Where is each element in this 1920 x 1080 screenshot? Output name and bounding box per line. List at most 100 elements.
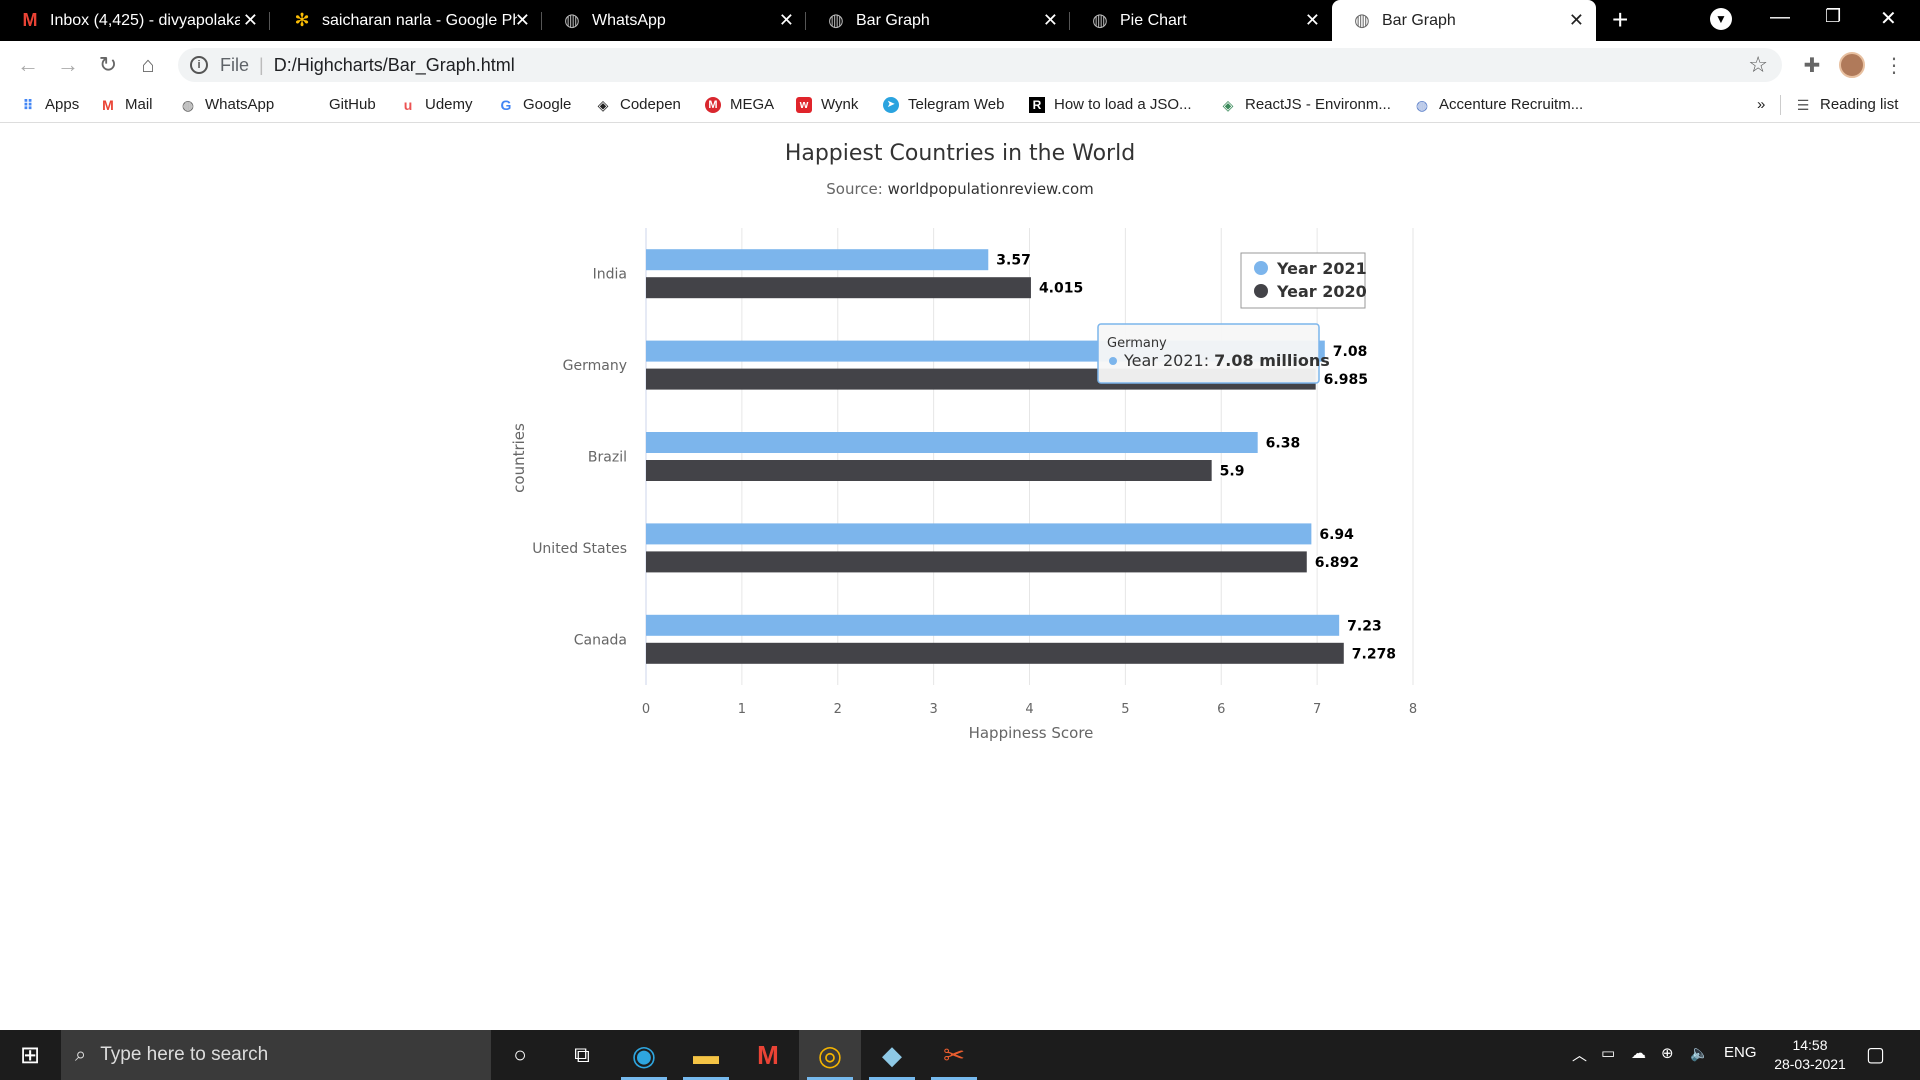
tab-gmail[interactable]: M Inbox (4,425) - divyapolakar ✕ [0, 0, 270, 41]
data-label-year-2021-canada: 7.23 [1347, 618, 1382, 634]
bar-year-2020-united-states[interactable] [646, 551, 1307, 573]
bookmark-telegram[interactable]: ➤ Telegram Web [883, 96, 1004, 113]
reading-list-button[interactable]: ☰ Reading list [1795, 96, 1899, 113]
legend: Year 2021 Year 2020 [1240, 252, 1367, 309]
volume-icon[interactable]: 🔈 [1690, 1044, 1709, 1062]
show-hidden-icons-icon[interactable]: ︿ [1572, 1044, 1587, 1065]
close-icon[interactable]: ✕ [243, 11, 258, 29]
taskbar-search[interactable]: ⌕ Type here to search [61, 1030, 491, 1080]
tab-bar-graph-active[interactable]: ◍ Bar Graph ✕ [1332, 0, 1596, 41]
clock-time: 14:58 [1792, 1037, 1828, 1053]
globe-icon: ◍ [1092, 10, 1108, 30]
profile-avatar[interactable] [1839, 52, 1865, 78]
bookmarks-bar: ⠿ Apps M Mail ◍ WhatsApp ● GitHub u Udemy G Go… [0, 88, 1920, 123]
reading-list-icon: ☰ [1796, 96, 1810, 113]
network-globe-icon[interactable]: ⊕ [1661, 1044, 1674, 1062]
tab-title: Bar Graph [1382, 11, 1456, 29]
tab-bar-graph[interactable]: ◍ Bar Graph ✕ [806, 0, 1070, 41]
tab-pie-chart[interactable]: ◍ Pie Chart ✕ [1070, 0, 1332, 41]
notes-app-icon[interactable]: ◆ [861, 1030, 923, 1080]
notifications-icon[interactable]: ▢ [1866, 1042, 1885, 1067]
bookmark-reactjs[interactable]: ◈ ReactJS - Environm... [1220, 96, 1391, 113]
bookmark-accenture[interactable]: ◍ Accenture Recruitm... [1414, 96, 1583, 113]
forward-arrow-icon[interactable]: → [54, 51, 82, 79]
task-view-icon[interactable]: ⧉ [551, 1030, 613, 1080]
chrome-icon[interactable]: ◎ [799, 1030, 861, 1080]
data-label-year-2020-brazil: 5.9 [1220, 464, 1245, 480]
new-tab-button[interactable]: + [1612, 6, 1628, 34]
bookmark-label: Telegram Web [908, 96, 1005, 113]
extensions-puzzle-icon[interactable]: ✚ [1798, 51, 1826, 79]
edge-icon[interactable]: ◉ [613, 1030, 675, 1080]
bar-year-2021-india[interactable] [646, 249, 989, 271]
menu-kebab-icon[interactable]: ⋮ [1880, 51, 1908, 79]
page-content: Happiest Countries in the World Source: … [0, 124, 1920, 1030]
clock[interactable]: 14:58 28-03-2021 [1770, 1036, 1850, 1074]
bar-year-2021-canada[interactable] [646, 614, 1340, 636]
close-window-icon[interactable]: ✕ [1880, 6, 1897, 31]
data-label-year-2020-united-states: 6.892 [1315, 555, 1359, 571]
x-axis-ticks: 0 1 2 3 4 5 6 7 8 [642, 702, 1417, 717]
bookmark-label: Apps [45, 96, 80, 113]
back-arrow-icon[interactable]: ← [14, 51, 42, 79]
bookmark-codepen[interactable]: ◈ Codepen [595, 96, 681, 113]
bar-year-2020-canada[interactable] [646, 642, 1344, 664]
x-tick-label: 1 [738, 702, 746, 717]
close-icon[interactable]: ✕ [779, 11, 794, 29]
mega-icon: M [705, 96, 721, 113]
data-label-year-2021-brazil: 6.38 [1266, 436, 1301, 452]
url-text[interactable]: D:/Highcharts/Bar_Graph.html [274, 55, 515, 76]
react-diamond-icon: ◈ [1222, 96, 1234, 113]
r-icon: R [1029, 96, 1045, 113]
subtitle-prefix: Source: [826, 180, 887, 198]
snip-tool-icon[interactable]: ✂ [923, 1030, 985, 1080]
home-icon[interactable]: ⌂ [134, 51, 162, 79]
tab-google-photos[interactable]: ✻ saicharan narla - Google Ph ✕ [272, 0, 542, 41]
bookmark-udemy[interactable]: u Udemy [400, 96, 473, 113]
tab-search-icon[interactable]: ▼ [1710, 8, 1732, 30]
bar-year-2020-brazil[interactable] [646, 460, 1212, 481]
gmail-taskbar-icon[interactable]: M [737, 1030, 799, 1080]
data-label-year-2020-india: 4.015 [1039, 281, 1083, 297]
gmail-icon: M [22, 10, 38, 30]
bookmark-github[interactable]: ● GitHub [304, 96, 376, 113]
battery-icon[interactable]: ▭ [1601, 1044, 1615, 1062]
close-icon[interactable]: ✕ [1305, 11, 1320, 29]
url-divider: | [259, 54, 264, 75]
x-tick-label: 0 [642, 702, 650, 717]
bookmark-label: MEGA [730, 96, 775, 113]
language-indicator[interactable]: ENG [1724, 1044, 1757, 1061]
onedrive-icon[interactable]: ☁ [1631, 1044, 1646, 1062]
x-tick-label: 5 [1121, 702, 1129, 717]
bookmark-whatsapp[interactable]: ◍ WhatsApp [180, 96, 274, 113]
tab-whatsapp[interactable]: ◍ WhatsApp ✕ [542, 0, 806, 41]
bookmark-mega[interactable]: M MEGA [705, 96, 774, 113]
category-label-germany: Germany [563, 358, 627, 374]
bookmark-json[interactable]: R How to load a JSO... [1029, 96, 1192, 113]
close-icon[interactable]: ✕ [1569, 11, 1584, 29]
bar-year-2021-brazil[interactable] [646, 432, 1258, 453]
globe-icon: ◍ [564, 10, 580, 30]
category-label-canada: Canada [574, 632, 627, 648]
bookmark-wynk[interactable]: w Wynk [796, 96, 858, 113]
bar-chart: Happiest Countries in the World Source: … [510, 141, 1417, 742]
bookmark-apps[interactable]: ⠿ Apps [20, 96, 80, 113]
close-icon[interactable]: ✕ [1043, 11, 1058, 29]
bookmark-divider [1780, 95, 1781, 115]
bar-year-2021-united-states[interactable] [646, 523, 1312, 545]
reload-icon[interactable]: ↻ [94, 51, 122, 79]
more-bookmarks-button[interactable]: » [1757, 96, 1765, 113]
address-bar[interactable]: i File | D:/Highcharts/Bar_Graph.html ☆ [178, 48, 1782, 82]
subtitle-source-link[interactable]: worldpopulationreview.com [888, 180, 1094, 198]
file-explorer-icon[interactable]: ▬ [675, 1030, 737, 1080]
star-bookmark-icon[interactable]: ☆ [1748, 52, 1768, 78]
minimize-icon[interactable]: — [1770, 6, 1790, 29]
bookmark-mail[interactable]: M Mail [100, 96, 152, 113]
windows-start-icon[interactable]: ⊞ [0, 1030, 60, 1080]
restore-icon[interactable]: ❐ [1825, 6, 1841, 27]
bar-year-2020-india[interactable] [646, 277, 1031, 299]
info-icon[interactable]: i [190, 56, 208, 74]
cortana-icon[interactable]: ○ [489, 1030, 551, 1080]
bookmark-google[interactable]: G Google [498, 96, 572, 113]
close-icon[interactable]: ✕ [515, 11, 530, 29]
